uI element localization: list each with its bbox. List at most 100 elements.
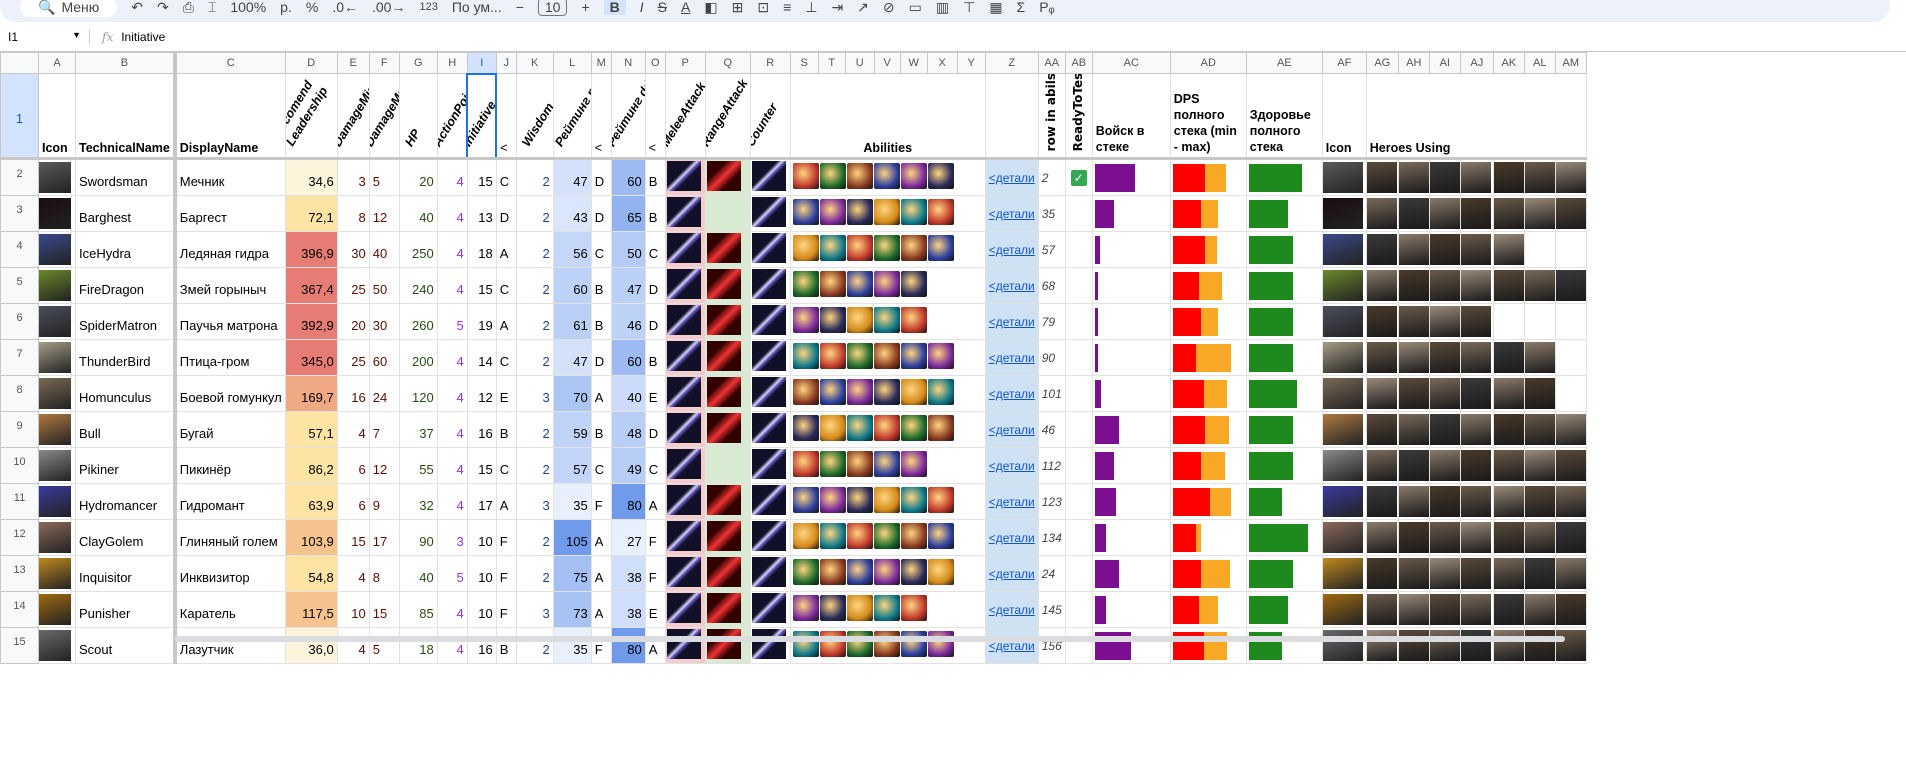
tank-rating[interactable]: 70 [552,375,592,412]
technical-name[interactable]: ClayGolem [74,519,176,556]
hero-portrait-icon[interactable] [1525,594,1555,625]
hp[interactable]: 18 [398,627,438,664]
hero-using-cell[interactable] [1397,231,1430,268]
column-header-y[interactable]: Y [956,52,986,74]
hero-using-cell[interactable] [1397,195,1430,232]
borders-icon[interactable]: ⊞ [732,0,744,16]
hero-using-cell[interactable] [1523,483,1556,520]
leadership[interactable]: 396,9 [284,231,338,268]
details-link-cell[interactable]: <детали [984,627,1039,664]
tank-rating[interactable]: 35 [552,483,592,520]
hero-using-cell[interactable] [1428,519,1461,556]
hero-portrait-icon[interactable] [1367,234,1397,265]
tank-rating[interactable]: 43 [552,195,592,232]
unit-icon-cell[interactable] [38,375,76,412]
unit-icon-cell[interactable] [38,158,76,196]
hp[interactable]: 90 [398,519,438,556]
hero-portrait-icon[interactable] [1399,522,1429,553]
dd-grade[interactable]: F [644,555,666,592]
row-in-abilities[interactable]: 57 [1037,231,1066,268]
unit-icon-cell[interactable] [38,555,76,592]
hero-using-cell[interactable] [1397,591,1430,628]
troops-in-stack-bar[interactable] [1091,375,1171,412]
hero-using-cell[interactable] [1459,483,1494,520]
ability-icon[interactable] [873,307,900,333]
damage-max[interactable]: 15 [368,591,400,628]
health-bar[interactable] [1245,231,1323,268]
damage-min[interactable]: 4 [336,411,370,448]
display-name[interactable]: Мечник [172,158,286,196]
details-link[interactable]: <детали [989,171,1035,185]
dd-grade[interactable]: B [644,195,666,232]
hero-using-cell[interactable] [1428,483,1461,520]
dd-rating[interactable]: 49 [610,447,646,484]
technical-name[interactable]: IceHydra [74,231,176,268]
percent-button[interactable]: % [306,0,318,15]
hero-portrait-icon[interactable] [1461,486,1491,517]
hero-portrait-icon[interactable] [1556,594,1586,625]
ability-icon[interactable] [927,523,954,549]
ability-icon[interactable] [819,379,846,405]
ability-icon[interactable] [792,271,819,297]
tank-grade[interactable]: A [590,555,612,592]
action-points[interactable]: 4 [436,411,468,448]
column-header-n[interactable]: N [610,52,646,74]
hero-portrait-icon[interactable] [1494,162,1524,193]
dd-rating[interactable]: 47 [610,267,646,304]
hp[interactable]: 240 [398,267,438,304]
hero-using-cell[interactable] [1492,339,1525,376]
dd-grade[interactable]: C [644,231,666,268]
health-bar[interactable] [1245,627,1323,664]
unit-icon-cell-2[interactable] [1321,627,1367,664]
troops-in-stack-bar[interactable] [1091,627,1171,664]
ability-icon[interactable] [792,379,819,405]
ability-icon[interactable] [873,163,900,189]
column-header-ak[interactable]: AK [1492,52,1525,74]
column-header-al[interactable]: AL [1523,52,1556,74]
hero-portrait-icon[interactable] [1494,198,1524,229]
unit-icon-cell-2[interactable] [1321,339,1367,376]
hero-using-cell[interactable] [1523,591,1556,628]
tank-grade[interactable]: A [590,519,612,556]
initiative-grade[interactable]: C [495,447,517,484]
header-row-in-abils[interactable]: row in abils [1037,73,1066,160]
hero-using-cell[interactable] [1492,591,1525,628]
header-initiative[interactable]: Initiative [466,72,498,160]
abilities[interactable] [789,195,986,232]
counter-attack[interactable] [749,303,791,340]
unit-icon-cell[interactable] [38,339,76,376]
dd-rating[interactable]: 40 [610,375,646,412]
hero-using-cell[interactable] [1523,447,1556,484]
column-header-v[interactable]: V [873,52,901,74]
counter-attack[interactable] [749,483,791,520]
ability-icon[interactable] [927,559,954,585]
action-points[interactable]: 4 [436,447,468,484]
ability-icon[interactable] [846,235,873,261]
action-points[interactable]: 4 [436,158,468,196]
ability-icon[interactable] [819,631,846,657]
row-header[interactable]: 1 [0,73,39,160]
hero-using-cell[interactable] [1492,195,1525,232]
row-in-abilities[interactable]: 46 [1037,411,1066,448]
hero-portrait-icon[interactable] [1430,558,1460,589]
dd-rating[interactable]: 80 [610,627,646,664]
hero-using-cell[interactable] [1523,375,1556,412]
hp[interactable]: 37 [398,411,438,448]
abilities[interactable] [789,339,986,376]
ability-icon[interactable] [900,199,927,225]
dps-bar[interactable] [1169,158,1247,196]
range-attack[interactable] [704,627,751,664]
column-header-ab[interactable]: AB [1064,52,1093,74]
hero-using-cell[interactable] [1459,411,1494,448]
hero-using-cell[interactable] [1428,339,1461,376]
initiative[interactable]: 12 [466,375,497,412]
troops-in-stack-bar[interactable] [1091,231,1171,268]
hero-using-cell[interactable] [1459,158,1494,196]
ability-icon[interactable] [927,631,954,657]
details-link[interactable]: <детали [989,387,1035,401]
hero-portrait-icon[interactable] [1430,306,1460,337]
hero-using-cell[interactable] [1554,303,1587,340]
initiative-grade[interactable]: C [495,158,517,196]
damage-max[interactable]: 40 [368,231,400,268]
hero-portrait-icon[interactable] [1461,306,1491,337]
